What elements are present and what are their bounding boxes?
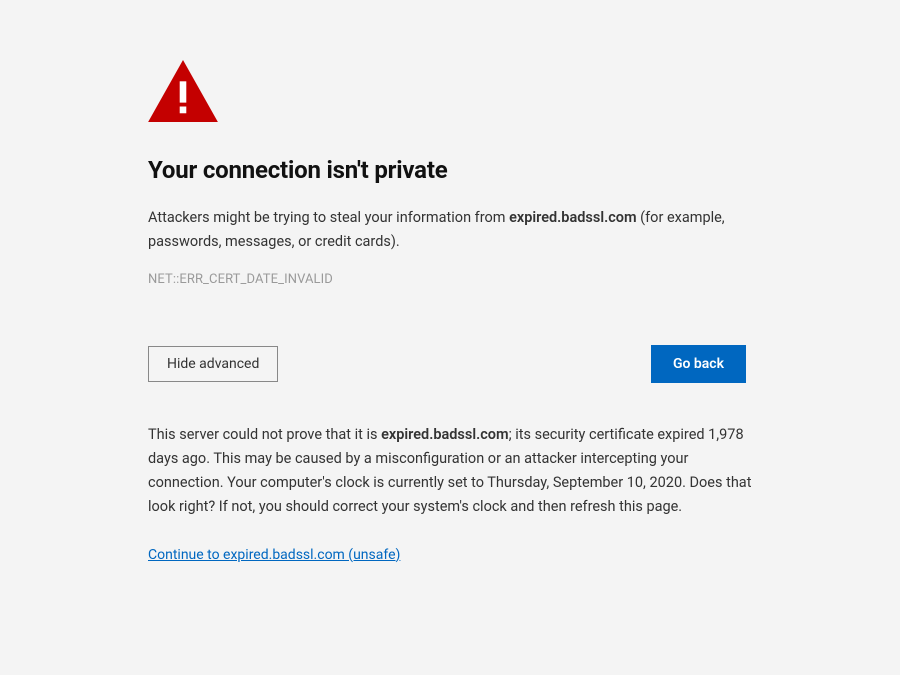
- advanced-detail-text: This server could not prove that it is e…: [148, 423, 752, 519]
- detail-host: expired.badssl.com: [381, 426, 509, 443]
- error-code: NET::ERR_CERT_DATE_INVALID: [148, 272, 752, 287]
- hide-advanced-button[interactable]: Hide advanced: [148, 346, 278, 382]
- warning-description: Attackers might be trying to steal your …: [148, 206, 748, 254]
- desc-host: expired.badssl.com: [509, 209, 637, 226]
- warning-triangle-icon: [148, 60, 752, 122]
- detail-prefix: This server could not prove that it is: [148, 426, 381, 443]
- action-button-row: Hide advanced Go back: [148, 345, 746, 383]
- ssl-error-page: Your connection isn't private Attackers …: [0, 0, 900, 623]
- go-back-button[interactable]: Go back: [651, 345, 746, 383]
- continue-unsafe-link[interactable]: Continue to expired.badssl.com (unsafe): [148, 547, 400, 563]
- page-title: Your connection isn't private: [148, 156, 752, 184]
- desc-prefix: Attackers might be trying to steal your …: [148, 209, 509, 226]
